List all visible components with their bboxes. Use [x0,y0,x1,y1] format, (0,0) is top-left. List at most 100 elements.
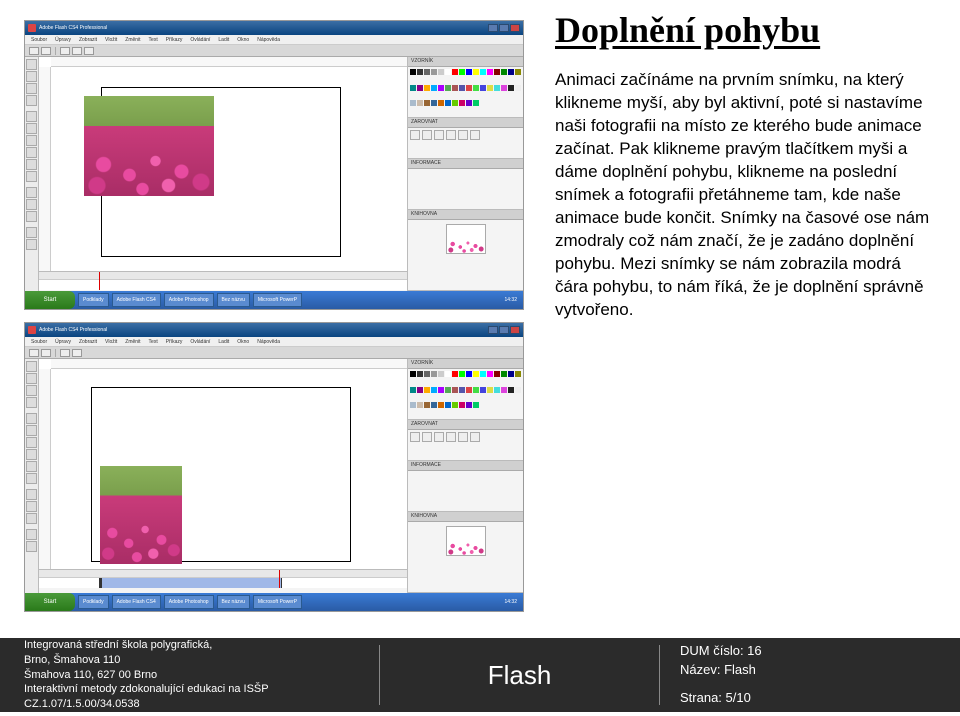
swatch [410,402,416,408]
swatch [487,387,493,393]
swatch [410,100,416,106]
transform-tool-icon [26,385,37,396]
menu-bar: Soubor Úpravy Zobrazit Vložit Změnit Tex… [25,337,523,347]
swatch [417,387,423,393]
ruler-vertical [39,67,51,291]
eyedrop-tool-icon [26,501,37,512]
swatch [459,100,465,106]
align-body [408,430,523,460]
brush-tool-icon [26,171,37,182]
menu-bar: Soubor Úpravy Zobrazit Vložit Změnit Tex… [25,35,523,45]
pencil-tool-icon [26,461,37,472]
swatch [424,69,430,75]
playhead-icon [279,570,280,588]
swatch [466,69,472,75]
swatch [452,100,458,106]
pencil-tool-icon [26,159,37,170]
page-number: Strana: 5/10 [680,689,936,708]
slide-heading: Doplnění pohybu [555,10,930,51]
align-left-icon [410,432,420,442]
canvas [39,359,407,593]
eraser-tool-icon [26,513,37,524]
info-header: INFORMACE [408,159,523,169]
menu-item: Zobrazit [79,339,97,344]
swatch [473,402,479,408]
menu-item: Zobrazit [79,37,97,42]
align-center-icon [422,130,432,140]
swatch [438,69,444,75]
toolbar [25,347,523,359]
footer-left: Integrovaná střední škola polygrafická, … [0,645,380,705]
pen-tool-icon [26,111,37,122]
swatch [515,387,521,393]
app-title: Adobe Flash CS4 Professional [39,327,107,333]
lasso-tool-icon [26,397,37,408]
line-tool-icon [26,135,37,146]
swatch [452,371,458,377]
swatch [424,85,430,91]
tool-icon [60,349,70,357]
swatch [508,85,514,91]
swatch [508,69,514,75]
tool-icon [72,47,82,55]
footer: Integrovaná střední škola polygrafická, … [0,638,960,712]
swatch [424,371,430,377]
stage [101,87,341,257]
swatch [459,371,465,377]
align-header: ZAROVNAT [408,118,523,128]
swatch [417,402,423,408]
swatch [487,69,493,75]
swatch [410,69,416,75]
library-header: KNIHOVNA [408,210,523,220]
swatch [410,85,416,91]
school-address: Šmahova 110, 627 00 Brno [24,668,379,683]
swatch [459,69,465,75]
school-city: Brno, Šmahova 110 [24,653,379,668]
swatch [494,387,500,393]
tulip-photo [84,96,214,196]
swatch [424,402,430,408]
info-header: INFORMACE [408,461,523,471]
titlebar: Adobe Flash CS4 Professional [25,21,523,35]
transform-tool-icon [26,83,37,94]
align-center-icon [422,432,432,442]
text-tool-icon [26,425,37,436]
align-middle-icon [458,432,468,442]
panels: VZORNÍK ZAROVNAT [407,359,523,593]
swatches-header: VZORNÍK [408,359,523,369]
swatch [452,387,458,393]
swatch [417,85,423,91]
swatch [480,85,486,91]
start-button: Start [25,291,75,309]
menu-item: Změnit [125,339,140,344]
swatch [417,371,423,377]
subselect-tool-icon [26,373,37,384]
timeline [39,271,407,291]
start-button: Start [25,593,75,611]
rect-tool-icon [26,147,37,158]
swatch [410,371,416,377]
align-right-icon [434,432,444,442]
swatch [445,100,451,106]
swatch [459,85,465,91]
swatch [431,100,437,106]
align-middle-icon [458,130,468,140]
swatch [466,371,472,377]
tray-clock: 14:32 [498,297,523,303]
flash-icon [28,24,36,32]
swatch [452,69,458,75]
taskbar: Start Podklady Adobe Flash CS4 Adobe Pho… [25,291,523,309]
flash-screenshot-2: Adobe Flash CS4 Professional Soubor Úpra… [24,322,524,612]
tools-panel [25,359,39,593]
swatch [494,69,500,75]
align-top-icon [446,130,456,140]
swatch [515,371,521,377]
selection-tool-icon [26,59,37,70]
task-item: Adobe Photoshop [164,293,214,307]
tool-icon [29,47,39,55]
menu-item: Text [149,37,158,42]
app-title: Adobe Flash CS4 Professional [39,25,107,31]
swatch [466,85,472,91]
eraser-tool-icon [26,211,37,222]
ruler-horizontal [51,359,407,369]
